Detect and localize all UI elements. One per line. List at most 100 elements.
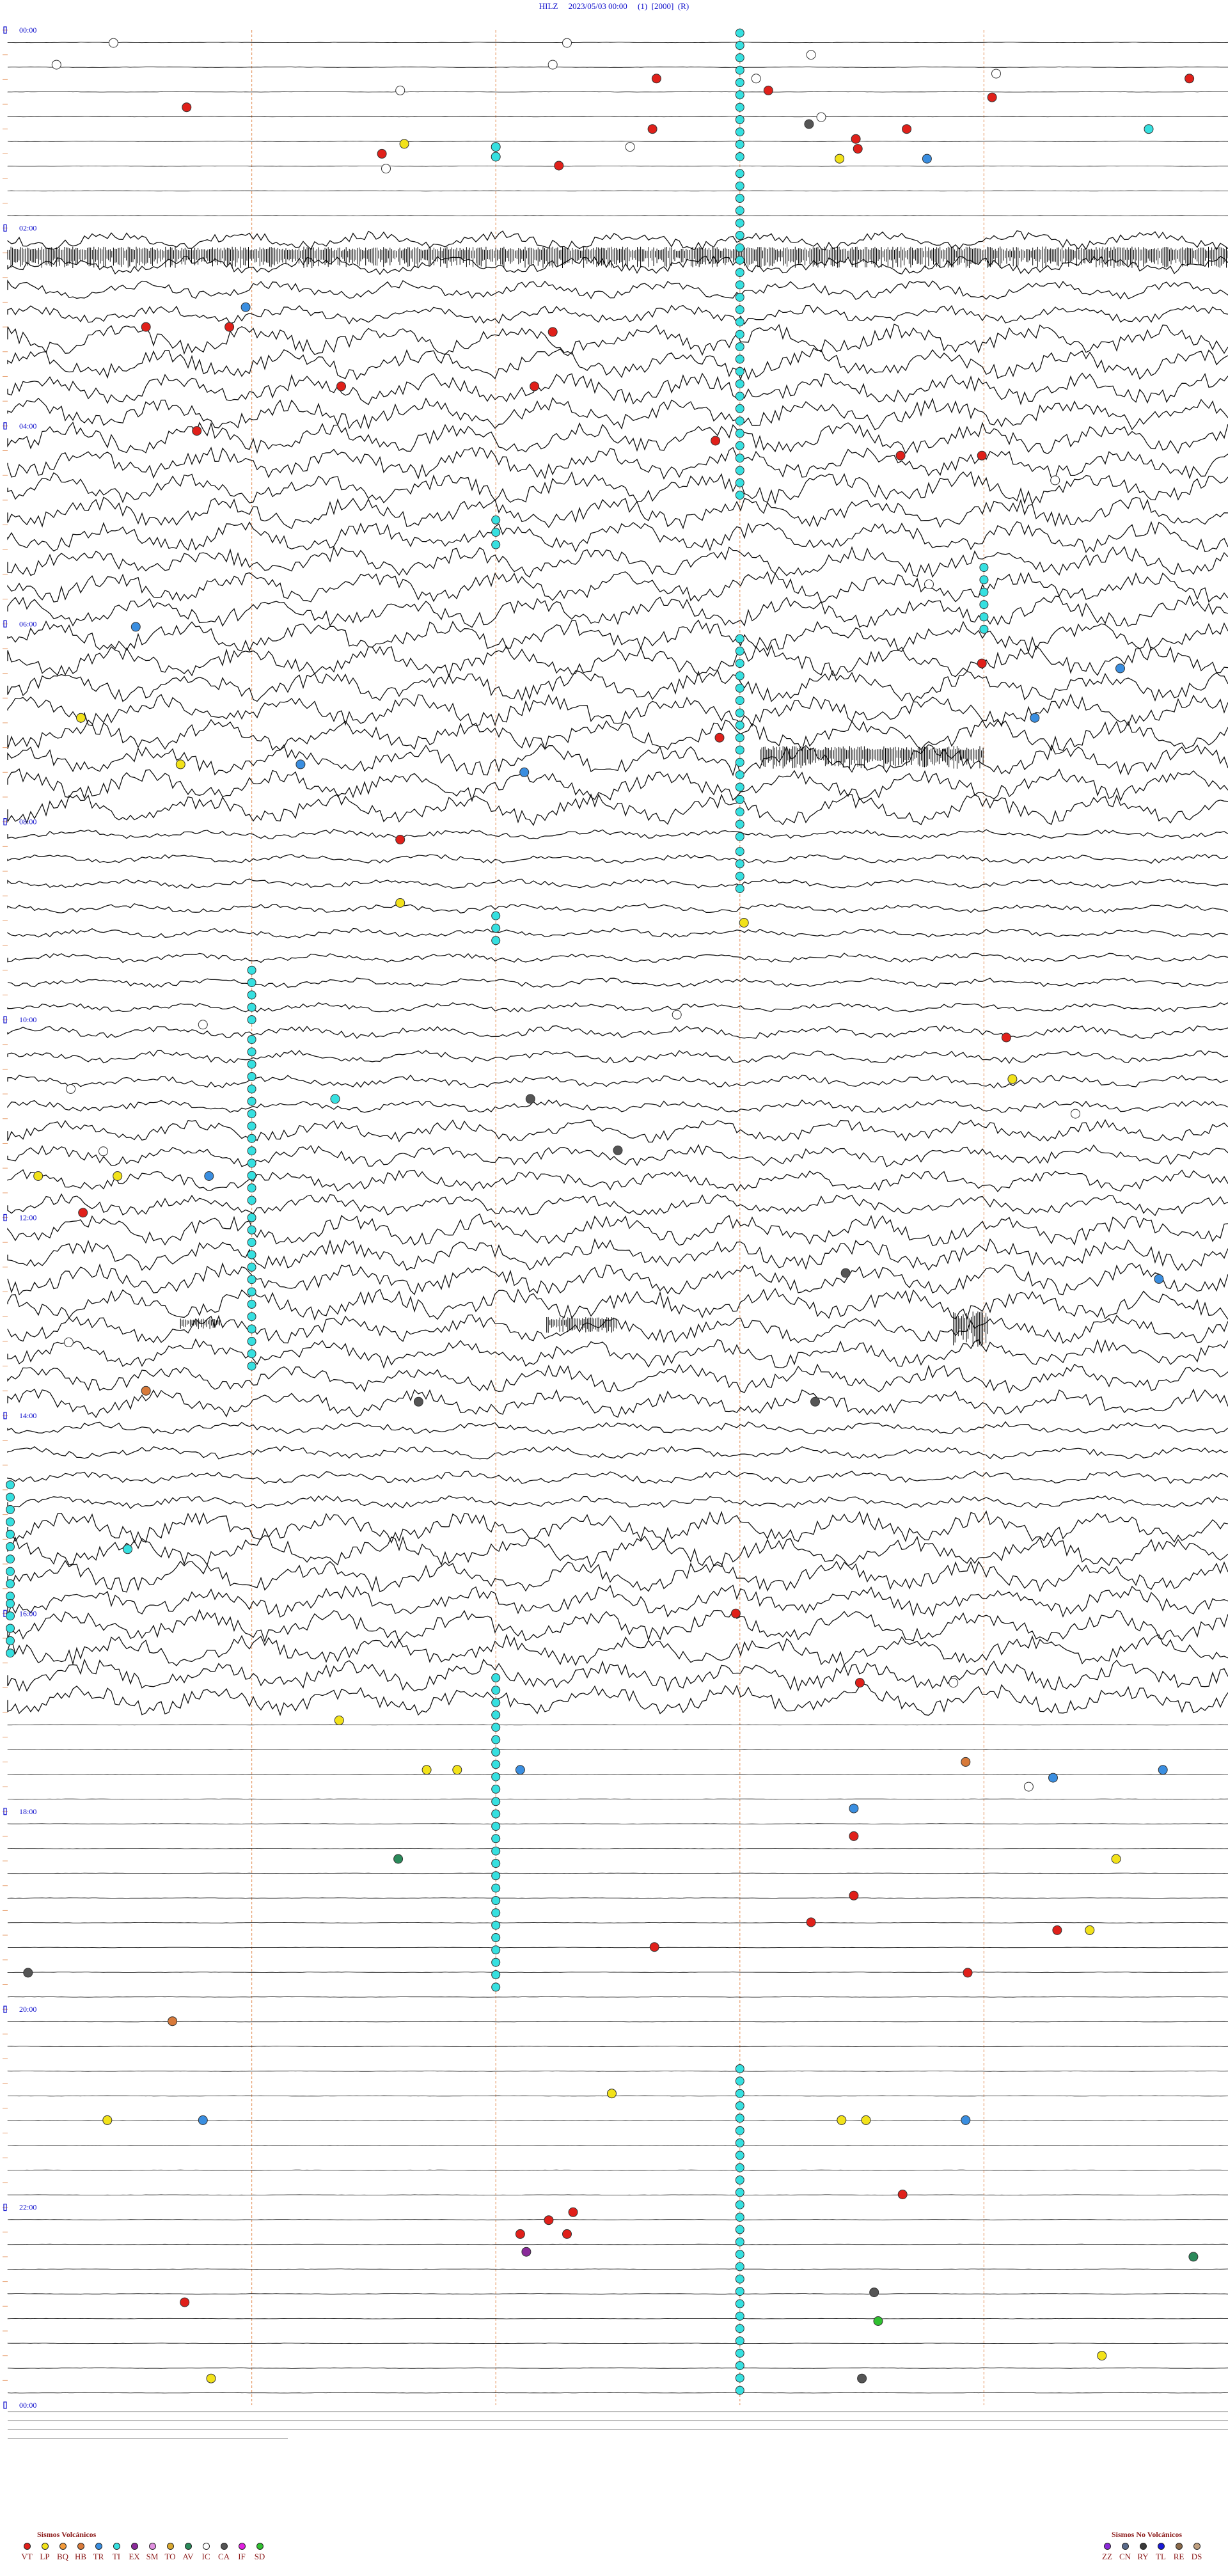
legend-item-bq: BQ (54, 2543, 72, 2562)
legend-label: TL (1156, 2552, 1166, 2561)
event-marker-av (1188, 2252, 1199, 2262)
legend-swatch (130, 2543, 138, 2550)
event-marker-ti (247, 1035, 256, 1044)
event-marker-ic (98, 1146, 108, 1157)
event-marker-ti (247, 1047, 256, 1057)
legend-swatch (59, 2543, 67, 2550)
event-marker-ti (735, 2324, 744, 2334)
event-marker-ti (735, 454, 744, 463)
event-marker-ic (1050, 475, 1060, 486)
event-marker-ti (735, 255, 744, 265)
event-marker-ti (979, 624, 989, 634)
event-marker-lp (861, 2115, 871, 2125)
event-marker-ti (979, 575, 989, 585)
seismic-trace (7, 67, 1228, 68)
event-marker-ti (491, 1896, 501, 1905)
seismic-trace (7, 878, 1228, 889)
event-marker-ic (198, 1020, 208, 1030)
event-marker-vt (141, 322, 151, 332)
event-marker-ic (672, 1009, 682, 1020)
event-marker-lp (452, 1765, 462, 1775)
event-marker-ti (491, 1859, 501, 1868)
legend-label: SD (254, 2552, 265, 2561)
event-marker-ti (247, 1121, 256, 1131)
event-marker-ti (735, 231, 744, 240)
event-marker-ti (735, 2176, 744, 2185)
event-marker-hb (168, 2016, 178, 2027)
legend-item-tr: TR (90, 2543, 107, 2562)
event-marker-lp (76, 713, 86, 723)
legend-label: DS (1191, 2552, 1202, 2561)
event-marker-ti (735, 2274, 744, 2284)
event-marker-ti (6, 1505, 15, 1514)
event-marker-ti (735, 102, 744, 112)
event-marker-ti (735, 2114, 744, 2123)
event-marker-ti (735, 391, 744, 401)
hour-label: 08:00 (19, 818, 36, 826)
event-marker-ti (491, 1871, 501, 1881)
event-marker-ti (735, 2336, 744, 2346)
legend-item-zz: ZZ (1098, 2543, 1116, 2562)
event-marker-ti (735, 2348, 744, 2358)
event-marker-ti (979, 587, 989, 597)
event-marker-ti (6, 1648, 15, 1658)
event-marker-ic (751, 74, 761, 84)
legend-label: ZZ (1102, 2552, 1112, 2561)
event-marker-ti (735, 181, 744, 191)
event-marker-ti (735, 342, 744, 352)
event-marker-ti (6, 1554, 15, 1564)
hour-label: 16:00 (19, 1609, 36, 1618)
seismic-trace (7, 1262, 1228, 1296)
legend-label: TO (164, 2552, 176, 2561)
event-marker-ti (735, 745, 744, 755)
event-marker-ti (247, 1324, 256, 1334)
hour-label: 00:00 (19, 26, 36, 35)
event-marker-ti (735, 2213, 744, 2222)
legend-label: AV (182, 2552, 194, 2561)
event-marker-ti (247, 1196, 256, 1205)
legend-item-vt: VT (18, 2543, 36, 2562)
event-marker-ti (247, 1238, 256, 1247)
legend-label: LP (40, 2552, 50, 2561)
event-marker-ic (381, 164, 391, 174)
event-marker-vt (849, 1831, 859, 1841)
seismic-trace (7, 1922, 1228, 1924)
event-marker-ti (735, 770, 744, 780)
event-marker-ti (247, 1072, 256, 1081)
event-marker-vt (647, 124, 657, 134)
event-marker-ti (735, 169, 744, 178)
event-marker-ti (491, 936, 501, 945)
event-marker-ti (735, 354, 744, 364)
legend-item-to: TO (161, 2543, 179, 2562)
event-marker-lp (334, 1715, 344, 1725)
event-marker-vt (395, 835, 405, 844)
legend-swatch (95, 2543, 102, 2550)
event-marker-ti (247, 1250, 256, 1260)
event-marker-ex (521, 2247, 531, 2257)
event-marker-lp (399, 139, 409, 149)
seismic-trace (7, 304, 1228, 325)
event-marker-ti (330, 1094, 340, 1104)
hour-label: 22:00 (19, 2203, 36, 2212)
event-marker-ti (735, 441, 744, 450)
event-marker-ti (735, 466, 744, 475)
seismic-trace (7, 496, 1228, 530)
event-marker-ti (491, 1760, 501, 1769)
event-marker-vt (530, 381, 540, 391)
event-marker-ca (840, 1268, 851, 1278)
event-marker-ti (491, 1920, 501, 1930)
event-marker-ti (491, 1822, 501, 1831)
legend-label: EX (129, 2552, 140, 2561)
event-marker-vt (1052, 1925, 1062, 1935)
event-marker-ti (735, 478, 744, 487)
seismic-trace (7, 1872, 1228, 1874)
event-marker-ic (108, 38, 118, 48)
event-marker-lp (421, 1765, 432, 1775)
seismic-trace (7, 1470, 1228, 1485)
event-marker-ti (247, 1336, 256, 1346)
event-marker-ti (247, 1015, 256, 1025)
event-marker-ti (735, 268, 744, 277)
event-marker-tr (1154, 1274, 1164, 1284)
seismic-trace (7, 280, 1228, 300)
event-marker-ti (735, 646, 744, 656)
